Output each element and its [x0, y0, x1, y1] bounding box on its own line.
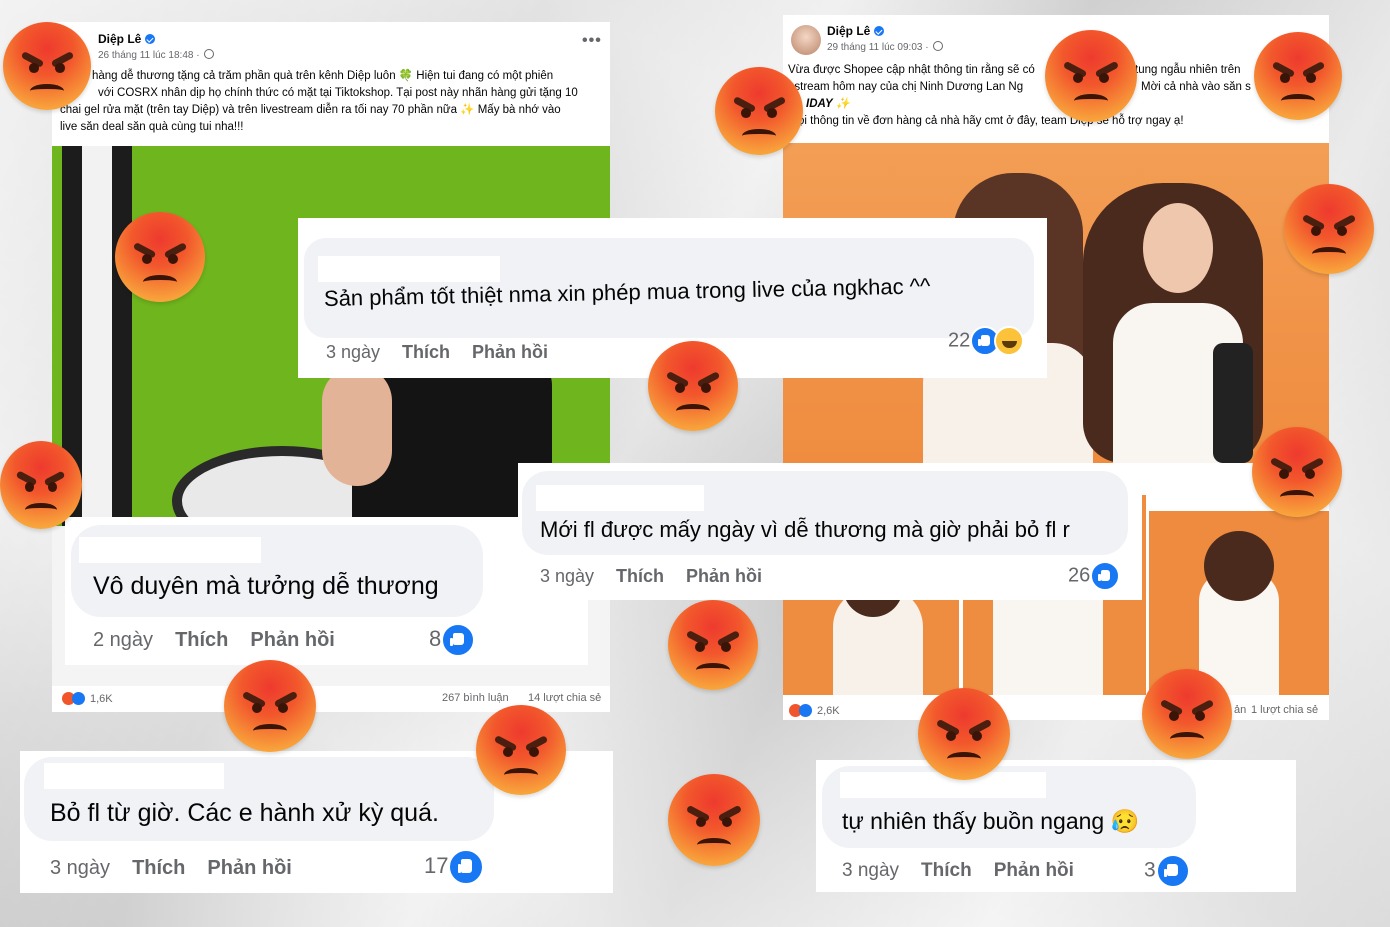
haha-reaction-icon	[994, 326, 1025, 356]
post-shares-fragment: ản	[1234, 704, 1247, 716]
comment-text: Mới fl được mấy ngày vì dễ thương mà giờ…	[540, 517, 1070, 542]
comment-card: Mới fl được mấy ngày vì dễ thương mà giờ…	[518, 463, 1142, 600]
comment-author-redacted	[536, 485, 704, 511]
like-button[interactable]: Thích	[175, 629, 228, 651]
post-photo-strip-3[interactable]	[1149, 511, 1329, 695]
chair-right	[1213, 343, 1253, 463]
like-reaction-icon	[1090, 561, 1121, 591]
angry-emoji-icon	[1254, 32, 1342, 120]
comment-age[interactable]: 2 ngày	[93, 629, 153, 651]
person-arm	[322, 366, 392, 486]
comment-author-redacted	[44, 763, 224, 789]
reply-button[interactable]: Phản hồi	[686, 566, 762, 586]
comment-reaction-count[interactable]: 17	[424, 849, 485, 885]
comment-card: Vô duyên mà tưởng dễ thương 2 ngày Thích P…	[65, 517, 588, 665]
post-reactions-summary[interactable]: 2,6K	[789, 704, 840, 717]
comment-author-redacted	[318, 256, 500, 282]
author-avatar[interactable]	[791, 25, 821, 55]
comment-age[interactable]: 3 ngày	[50, 857, 110, 879]
person-right-face	[1143, 203, 1213, 293]
comment-text: Vô duyên mà tưởng dễ thương	[93, 572, 439, 600]
comment-reaction-count[interactable]: 8	[429, 623, 476, 657]
strip-3-hair	[1204, 531, 1274, 601]
like-button[interactable]: Thích	[132, 857, 185, 879]
comment-actions: 2 ngày Thích Phản hồi	[93, 629, 357, 652]
like-reaction-icon	[1155, 854, 1190, 888]
comment-actions: 3 ngày Thích Phản hồi	[540, 566, 784, 587]
comment-card: tự nhiên thấy buồn ngang 😥 3 ngày Thích Ph…	[816, 760, 1296, 892]
post-shares-count[interactable]: 1 lượt chia sẻ	[1251, 704, 1318, 716]
angry-emoji-icon	[224, 660, 316, 752]
angry-emoji-icon	[3, 22, 91, 110]
verified-badge-icon	[145, 34, 156, 44]
like-button[interactable]: Thích	[616, 566, 664, 586]
angry-emoji-icon	[0, 441, 82, 529]
reply-button[interactable]: Phản hồi	[250, 629, 334, 651]
post-author[interactable]: Diệp Lê	[827, 24, 885, 38]
reply-button[interactable]: Phản hồi	[472, 342, 548, 362]
comment-age[interactable]: 3 ngày	[540, 566, 594, 586]
angry-emoji-icon	[1045, 30, 1137, 122]
angry-emoji-icon	[115, 212, 205, 302]
comment-author-redacted	[840, 772, 1046, 798]
comment-actions: 3 ngày Thích Phản hồi	[326, 342, 570, 363]
post-reactions-summary[interactable]: 1,6K	[62, 692, 113, 705]
post-comments-count[interactable]: 267 bình luận	[442, 692, 509, 704]
angry-emoji-icon	[668, 600, 758, 690]
comment-age[interactable]: 3 ngày	[842, 860, 899, 881]
like-reaction-icon	[72, 692, 85, 705]
more-options-icon[interactable]: •••	[582, 32, 602, 50]
comment-actions: 3 ngày Thích Phản hồi	[842, 860, 1096, 882]
comment-age[interactable]: 3 ngày	[326, 342, 380, 362]
reply-button[interactable]: Phản hồi	[207, 857, 291, 879]
angry-emoji-icon	[476, 705, 566, 795]
angry-emoji-icon	[1284, 184, 1374, 274]
comment-text: tự nhiên thấy buồn ngang 😥	[842, 808, 1140, 834]
angry-emoji-icon	[918, 688, 1010, 780]
comment-actions: 3 ngày Thích Phản hồi	[50, 857, 314, 880]
comment-text: Bỏ fl từ giờ. Các e hành xử kỳ quá.	[50, 799, 439, 827]
like-reaction-icon	[799, 704, 812, 717]
comment-author-redacted	[79, 537, 261, 563]
angry-emoji-icon	[1142, 669, 1232, 759]
like-button[interactable]: Thích	[402, 342, 450, 362]
like-reaction-icon	[448, 849, 485, 885]
comment-reaction-count[interactable]: 3	[1144, 854, 1190, 888]
angry-emoji-icon	[1252, 427, 1342, 517]
reply-button[interactable]: Phản hồi	[994, 860, 1074, 881]
angry-emoji-icon	[715, 67, 803, 155]
like-reaction-icon	[441, 623, 476, 657]
like-button[interactable]: Thích	[921, 860, 972, 881]
comment-reaction-count[interactable]: 22	[948, 326, 1025, 356]
angry-emoji-icon	[668, 774, 760, 866]
globe-icon	[203, 49, 214, 59]
post-caption: hàng dễ thương tặng cả trăm phần quà trê…	[60, 70, 578, 133]
post-timestamp[interactable]: 29 tháng 11 lúc 09:03 ·	[827, 41, 943, 53]
post-timestamp[interactable]: 26 tháng 11 lúc 18:48 ·	[98, 49, 214, 61]
verified-badge-icon	[874, 26, 885, 36]
post-author[interactable]: Diệp Lê	[98, 32, 156, 46]
post-shares-count[interactable]: 14 lượt chia sẻ	[528, 692, 601, 704]
globe-icon	[932, 41, 943, 51]
angry-emoji-icon	[648, 341, 738, 431]
comment-reaction-count[interactable]: 26	[1068, 561, 1121, 591]
